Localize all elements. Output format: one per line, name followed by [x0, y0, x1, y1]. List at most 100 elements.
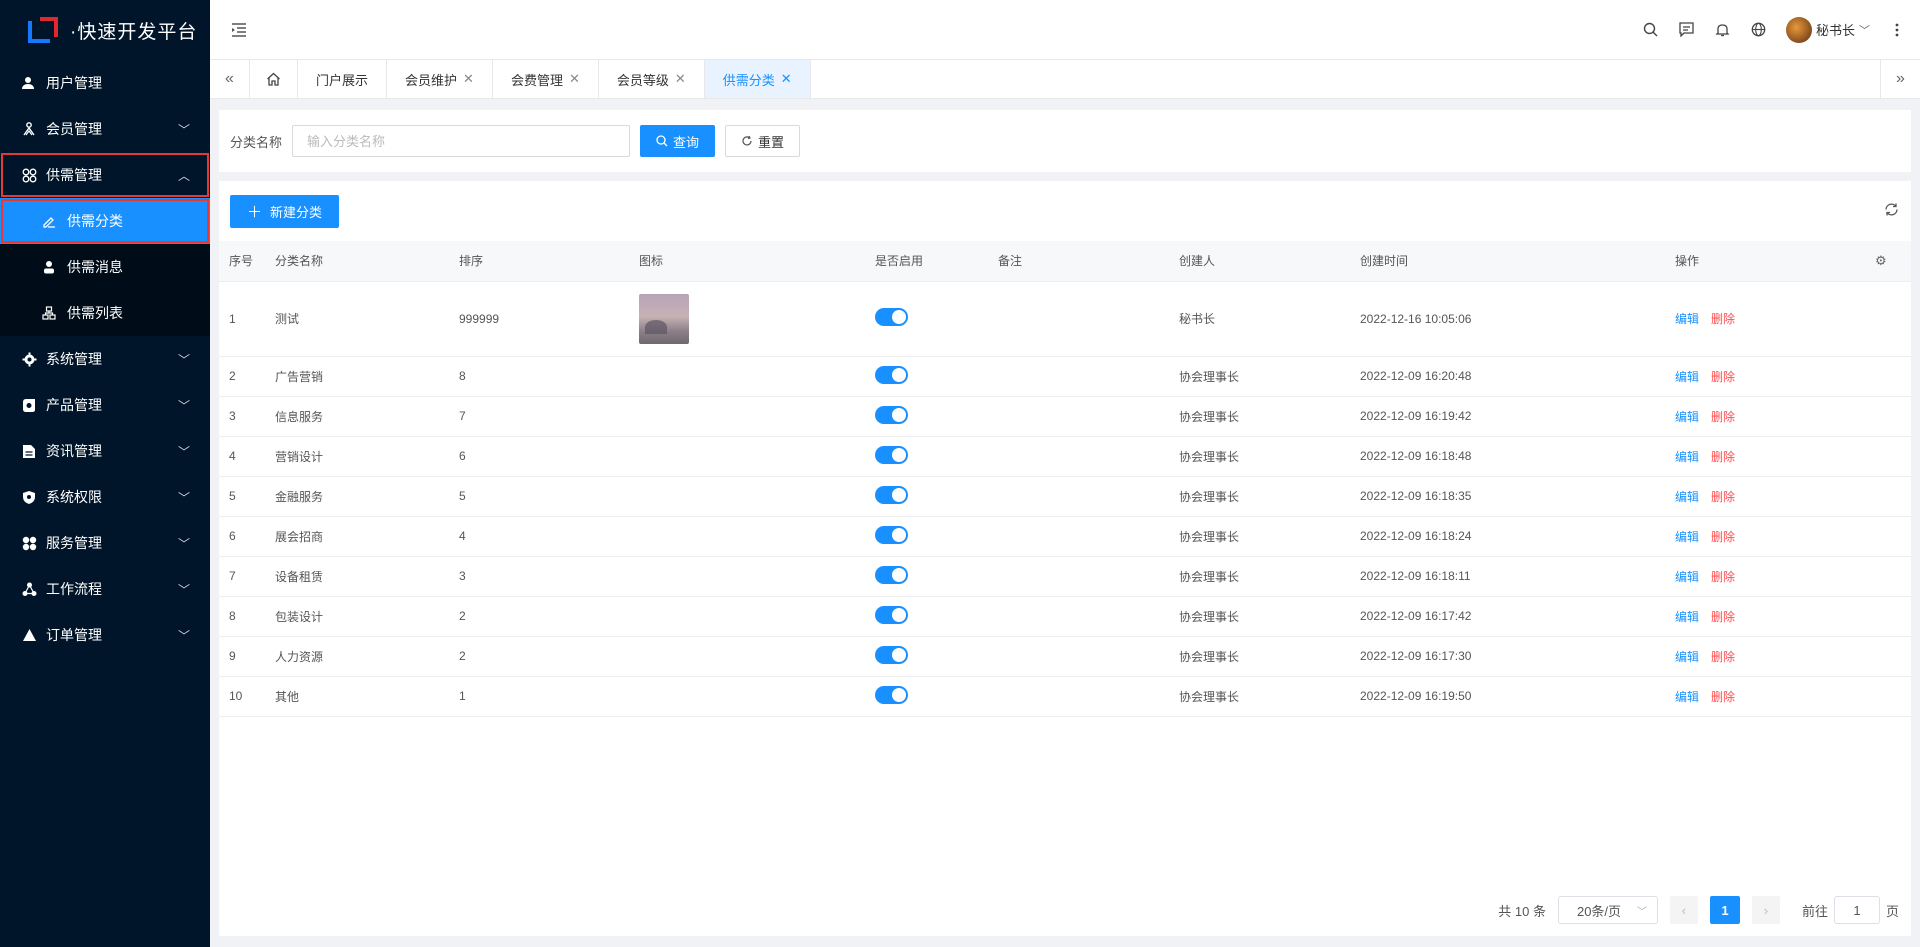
menu-fold-icon[interactable]: [214, 0, 264, 60]
tab-fee-management[interactable]: 会费管理 ✕: [493, 60, 599, 98]
edit-link[interactable]: 编辑: [1675, 490, 1699, 504]
edit-link[interactable]: 编辑: [1675, 370, 1699, 384]
delete-link[interactable]: 删除: [1711, 312, 1735, 326]
delete-link[interactable]: 删除: [1711, 570, 1735, 584]
delete-link[interactable]: 删除: [1711, 450, 1735, 464]
sidebar-item-member-management[interactable]: 会员管理 ﹀: [0, 106, 210, 152]
cell-spacer: [1865, 636, 1911, 677]
cell-sort: 3: [449, 556, 629, 597]
delete-link[interactable]: 删除: [1711, 530, 1735, 544]
refresh-icon[interactable]: [1884, 202, 1899, 221]
delete-link[interactable]: 删除: [1711, 690, 1735, 704]
enabled-toggle[interactable]: [875, 445, 908, 464]
globe-icon[interactable]: [1750, 21, 1768, 39]
tabs-scroll-left-icon[interactable]: «: [210, 60, 250, 98]
edit-link[interactable]: 编辑: [1675, 570, 1699, 584]
close-icon[interactable]: ✕: [675, 71, 686, 87]
page-number-current[interactable]: 1: [1709, 896, 1740, 924]
reset-button-label: 重置: [758, 134, 785, 150]
chevron-down-icon: ﹀: [1859, 24, 1870, 37]
tab-home[interactable]: [250, 60, 298, 98]
cell-creator: 协会理事长: [1169, 476, 1350, 517]
bell-icon[interactable]: [1714, 21, 1732, 39]
sidebar-item-system-management[interactable]: 系统管理 ﹀: [0, 336, 210, 382]
shield-icon: [20, 488, 38, 506]
new-category-button[interactable]: ＋ 新建分类: [230, 194, 340, 228]
enabled-toggle[interactable]: [875, 485, 908, 504]
cell-created: 2022-12-09 16:19:50: [1350, 676, 1665, 717]
search-icon[interactable]: [1642, 21, 1660, 39]
org-icon: [40, 304, 58, 322]
enabled-toggle[interactable]: [875, 605, 908, 624]
edit-link[interactable]: 编辑: [1675, 312, 1699, 326]
delete-link[interactable]: 删除: [1711, 370, 1735, 384]
sidebar-item-news-management[interactable]: 资讯管理 ﹀: [0, 428, 210, 474]
enabled-toggle[interactable]: [875, 405, 908, 424]
message-icon[interactable]: [1678, 21, 1696, 39]
tab-member-level[interactable]: 会员等级 ✕: [599, 60, 705, 98]
delete-link[interactable]: 删除: [1711, 650, 1735, 664]
tab-member-maintenance[interactable]: 会员维护 ✕: [387, 60, 493, 98]
tab-supply-demand-category[interactable]: 供需分类 ✕: [704, 60, 811, 98]
sidebar-item-service-management[interactable]: 服务管理 ﹀: [0, 520, 210, 566]
edit-link[interactable]: 编辑: [1675, 650, 1699, 664]
close-icon[interactable]: ✕: [781, 71, 792, 87]
cell-actions: 编辑 删除: [1665, 676, 1865, 717]
cell-enabled: [865, 676, 988, 717]
delete-link[interactable]: 删除: [1711, 490, 1735, 504]
delete-link[interactable]: 删除: [1711, 610, 1735, 624]
chevron-down-icon: ﹀: [177, 352, 190, 367]
sidebar-item-order-management[interactable]: 订单管理 ﹀: [0, 612, 210, 658]
cell-creator: 协会理事长: [1169, 516, 1350, 557]
chevron-down-icon: ﹀: [177, 398, 190, 413]
sidebar-item-supply-demand-message[interactable]: 供需消息: [0, 244, 210, 290]
table-row: 8 包装设计 2 协会理事长 2022-12-09 16:17:42 编辑 删除: [219, 596, 1911, 637]
cell-created: 2022-12-09 16:18:11: [1350, 556, 1665, 597]
category-image[interactable]: [639, 293, 689, 344]
cell-remark: [988, 396, 1169, 437]
new-category-label: 新建分类: [270, 204, 323, 220]
edit-link[interactable]: 编辑: [1675, 690, 1699, 704]
tab-portal[interactable]: 门户展示: [298, 60, 388, 98]
enabled-toggle[interactable]: [875, 308, 908, 326]
column-settings[interactable]: ⚙: [1865, 241, 1911, 282]
close-icon[interactable]: ✕: [463, 71, 474, 87]
cell-sort: 7: [449, 396, 629, 437]
goto-page-input[interactable]: [1833, 896, 1880, 924]
prev-page-button[interactable]: ‹: [1669, 896, 1698, 924]
edit-link[interactable]: 编辑: [1675, 410, 1699, 424]
next-page-button[interactable]: ›: [1751, 896, 1780, 924]
category-name-input[interactable]: [292, 125, 631, 157]
edit-link[interactable]: 编辑: [1675, 530, 1699, 544]
enabled-toggle[interactable]: [875, 365, 908, 384]
reset-button[interactable]: 重置: [725, 125, 801, 157]
user-menu[interactable]: 秘书长 ﹀: [1785, 16, 1870, 43]
enabled-toggle[interactable]: [875, 685, 908, 704]
sidebar-item-product-management[interactable]: 产品管理 ﹀: [0, 382, 210, 428]
tabs-scroll-right-icon[interactable]: »: [1880, 60, 1920, 98]
sidebar-item-supply-demand-list[interactable]: 供需列表: [0, 290, 210, 336]
enabled-toggle[interactable]: [875, 565, 908, 584]
edit-link[interactable]: 编辑: [1675, 450, 1699, 464]
sidebar-item-supply-demand[interactable]: 供需管理 ︿: [0, 152, 210, 198]
table-row: 4 营销设计 6 协会理事长 2022-12-09 16:18:48 编辑 删除: [219, 436, 1911, 477]
chevron-down-icon: ﹀: [177, 628, 190, 643]
search-panel: 分类名称 查询 重置: [219, 110, 1911, 172]
cell-enabled: [865, 596, 988, 637]
query-button[interactable]: 查询: [640, 125, 716, 157]
query-button-label: 查询: [673, 134, 700, 150]
edit-link[interactable]: 编辑: [1675, 610, 1699, 624]
cell-name: 广告营销: [265, 356, 449, 397]
delete-link[interactable]: 删除: [1711, 410, 1735, 424]
page-size-select[interactable]: 20条/页 ﹀: [1557, 896, 1658, 924]
sidebar-item-user-management[interactable]: 用户管理: [0, 60, 210, 106]
more-vertical-icon[interactable]: [1888, 21, 1906, 39]
sidebar-item-system-permission[interactable]: 系统权限 ﹀: [0, 474, 210, 520]
table-row: 10 其他 1 协会理事长 2022-12-09 16:19:50 编辑 删除: [219, 676, 1911, 717]
close-icon[interactable]: ✕: [569, 71, 580, 87]
sidebar-item-workflow[interactable]: 工作流程 ﹀: [0, 566, 210, 612]
sidebar-item-supply-demand-category[interactable]: 供需分类: [0, 198, 210, 244]
gear-icon[interactable]: ⚙: [1875, 253, 1887, 268]
enabled-toggle[interactable]: [875, 525, 908, 544]
enabled-toggle[interactable]: [875, 645, 908, 664]
